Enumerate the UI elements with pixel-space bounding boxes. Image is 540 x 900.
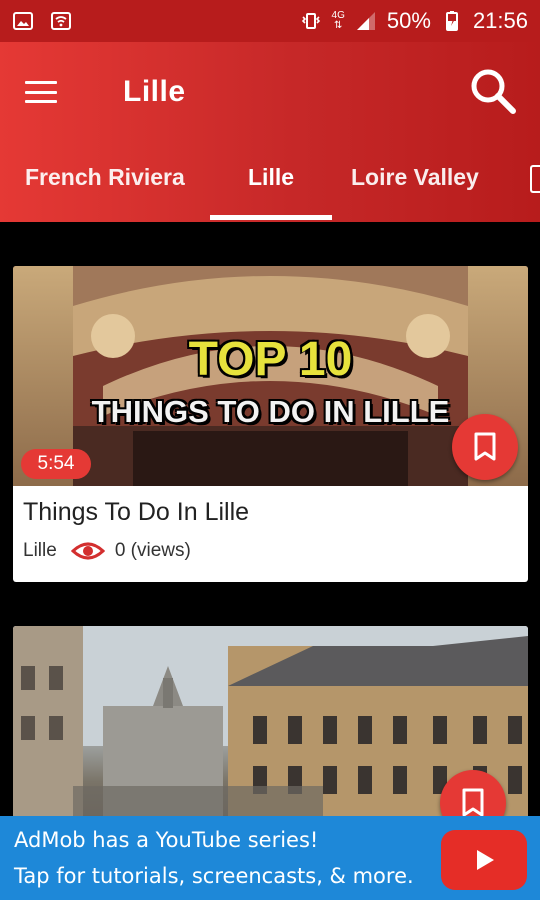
search-icon[interactable] <box>468 66 518 116</box>
thumbnail-caption-line2: THINGS TO DO IN LILLE <box>91 394 450 429</box>
play-icon <box>477 850 494 870</box>
ad-headline: AdMob has a YouTube series! <box>14 828 319 852</box>
active-tab-indicator <box>210 215 332 220</box>
video-thumbnail[interactable]: TOP 10 THINGS TO DO IN LILLE <box>13 266 528 486</box>
ad-banner[interactable]: AdMob has a YouTube series! Tap for tuto… <box>0 816 540 900</box>
video-card[interactable]: TOP 10 THINGS TO DO IN LILLE 5:54 Things… <box>13 266 528 582</box>
battery-charging-icon <box>445 11 458 31</box>
video-title[interactable]: Things To Do In Lille <box>23 498 249 527</box>
network-type: 4G ⇅ <box>331 10 345 31</box>
wifi-notification-icon <box>51 12 71 30</box>
bookmark-icon <box>462 788 484 816</box>
battery-percent: 50% <box>386 8 431 33</box>
status-bar: 4G ⇅ 50% 21:56 <box>0 0 540 42</box>
tab-overflow-next[interactable] <box>530 165 540 193</box>
clock: 21:56 <box>472 8 528 33</box>
tab-french-riviera[interactable]: French Riviera <box>25 164 185 191</box>
app-toolbar: Lille <box>0 42 540 142</box>
bookmark-icon <box>474 432 496 461</box>
hamburger-menu-icon[interactable] <box>25 81 57 103</box>
tab-lille[interactable]: Lille <box>248 164 294 191</box>
eye-icon <box>70 542 105 560</box>
video-meta: Lille 0 (views) <box>23 540 191 562</box>
ad-subline: Tap for tutorials, screencasts, & more. <box>14 864 414 888</box>
page-title: Lille <box>123 75 186 108</box>
category-tabs: French Riviera Lille Loire Valley <box>0 142 540 222</box>
view-count: 0 (views) <box>114 540 191 561</box>
duration-badge: 5:54 <box>21 449 91 479</box>
bookmark-button[interactable] <box>452 414 518 480</box>
image-notification-icon <box>13 12 33 30</box>
youtube-play-icon[interactable] <box>441 830 527 890</box>
signal-icon <box>356 12 375 30</box>
tab-loire-valley[interactable]: Loire Valley <box>351 164 479 191</box>
video-list[interactable]: TOP 10 THINGS TO DO IN LILLE 5:54 Things… <box>0 222 540 816</box>
thumbnail-caption-line1: TOP 10 <box>188 333 353 386</box>
video-category: Lille <box>23 540 57 561</box>
vibrate-icon <box>301 13 320 29</box>
